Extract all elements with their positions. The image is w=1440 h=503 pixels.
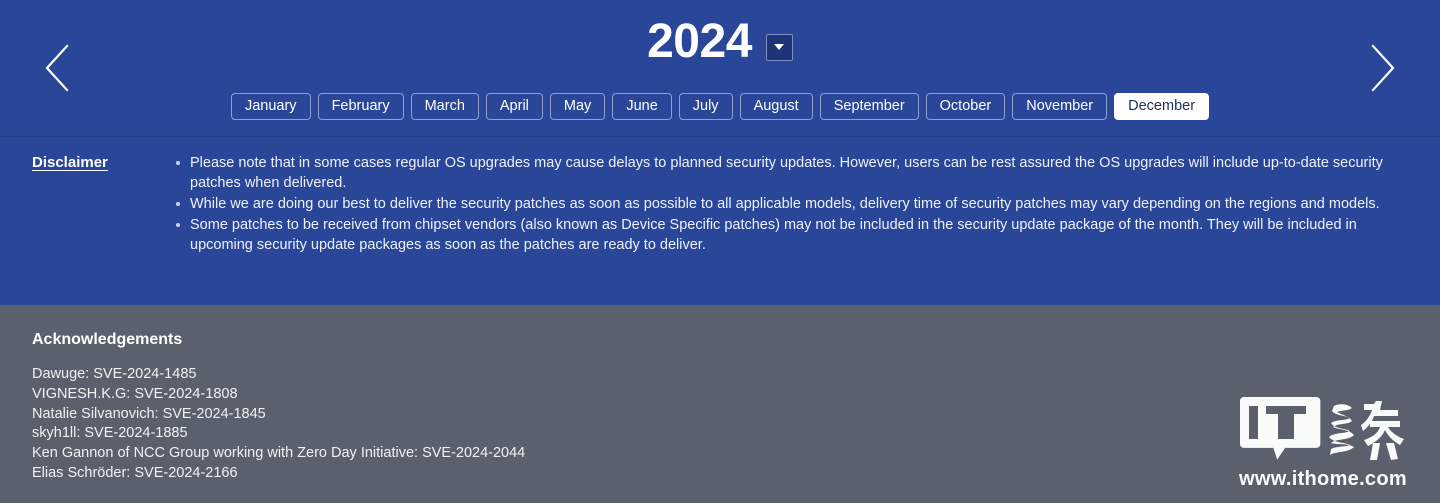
disclaimer-section: Disclaimer Please note that in some case… <box>0 137 1440 255</box>
disclaimer-list: Please note that in some cases regular O… <box>154 153 1410 255</box>
security-updates-header-panel: 2024 January February March April May June Jul… <box>0 0 1440 305</box>
watermark-url: www.ithome.com <box>1239 468 1407 490</box>
month-tab-july[interactable]: July <box>678 93 733 120</box>
month-tab-december[interactable]: December <box>1114 93 1210 120</box>
month-tab-october[interactable]: October <box>925 93 1006 120</box>
disclaimer-item: Please note that in some cases regular O… <box>176 153 1410 193</box>
watermark-logo <box>1228 396 1418 466</box>
chevron-right-icon <box>1364 42 1400 94</box>
acknowledgement-line: Dawuge: SVE-2024-1485 <box>32 366 197 382</box>
year-dropdown-button[interactable] <box>765 33 793 61</box>
month-tab-april[interactable]: April <box>485 93 543 120</box>
month-tab-june[interactable]: June <box>612 93 672 120</box>
caret-down-icon <box>774 44 785 50</box>
disclaimer-item: While we are doing our best to deliver t… <box>176 194 1410 214</box>
ithome-logo-icon <box>1240 395 1322 466</box>
month-tab-november[interactable]: November <box>1012 93 1108 120</box>
disclaimer-label[interactable]: Disclaimer <box>32 153 154 255</box>
year-navigation-row: 2024 <box>0 0 1440 92</box>
month-tab-may[interactable]: May <box>549 93 606 120</box>
year-selector: 2024 <box>0 18 1440 66</box>
ithome-watermark: www.ithome.com <box>1228 396 1418 491</box>
month-tab-august[interactable]: August <box>739 93 813 120</box>
acknowledgements-title: Acknowledgements <box>32 331 183 348</box>
acknowledgements-panel: Acknowledgements Dawuge: SVE-2024-1485 VI… <box>0 305 1440 503</box>
page-title: 2024 <box>647 15 752 68</box>
month-tab-list: January February March April May June July Augu… <box>0 90 1440 120</box>
disclaimer-item: Some patches to be received from chipset… <box>176 215 1410 255</box>
month-tab-february[interactable]: February <box>317 93 404 120</box>
month-tab-january[interactable]: January <box>230 93 311 120</box>
month-tab-march[interactable]: March <box>410 93 479 120</box>
ithome-cjk-icon <box>1328 399 1406 466</box>
month-tab-september[interactable]: September <box>819 93 919 120</box>
next-year-button[interactable] <box>1354 40 1410 96</box>
